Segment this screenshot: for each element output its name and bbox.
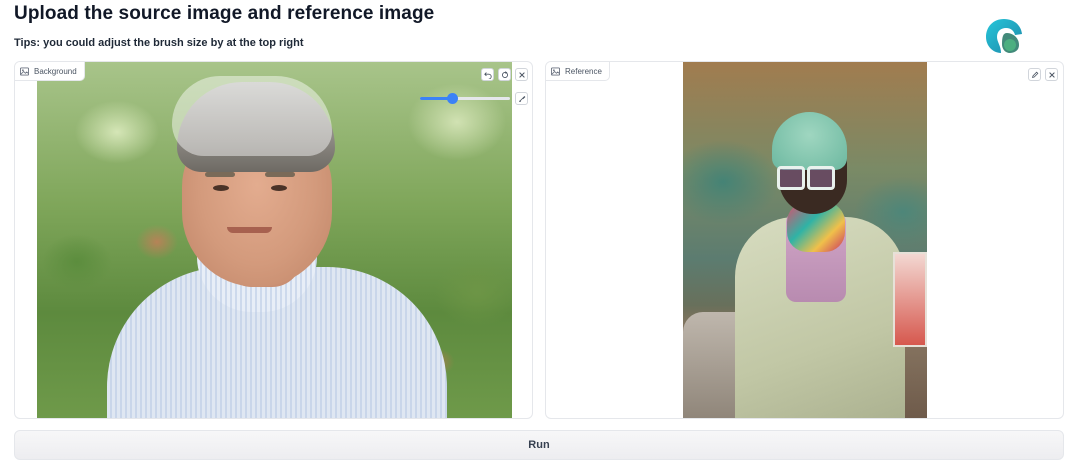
close-icon (518, 71, 525, 78)
undo-icon (483, 71, 492, 79)
background-image-editor[interactable]: Background (14, 61, 533, 419)
photo-brow-right (265, 172, 295, 177)
image-icon (20, 66, 29, 76)
page-title: Upload the source image and reference im… (14, 3, 435, 24)
edit-button[interactable] (1028, 68, 1041, 81)
background-label-text: Background (34, 66, 77, 76)
photo-brow-left (205, 172, 235, 177)
undo-button[interactable] (481, 68, 494, 81)
photo-mouth (227, 227, 272, 233)
background-label: Background (15, 62, 85, 81)
reference-label: Reference (546, 62, 610, 81)
clear-button[interactable] (515, 68, 528, 81)
image-icon (551, 66, 560, 76)
brush-size-slider[interactable] (420, 92, 510, 106)
background-photo[interactable] (37, 62, 512, 418)
run-button[interactable]: Run (14, 430, 1064, 460)
app-logo-icon (986, 19, 1022, 53)
slider-thumb[interactable] (446, 93, 458, 104)
reset-icon (501, 70, 508, 78)
reference-photo (683, 62, 927, 418)
edit-icon (1031, 71, 1038, 78)
clear-reference-button[interactable] (1045, 68, 1058, 81)
close-icon (1048, 71, 1055, 78)
brush-color-button[interactable] (515, 92, 528, 105)
ref-hat (772, 112, 847, 170)
brush-color-icon (518, 95, 525, 102)
tips-text: Tips: you could adjust the brush size by… (14, 37, 304, 49)
reference-label-text: Reference (565, 66, 602, 76)
photo-eye-right (271, 185, 287, 191)
ref-glasses (777, 166, 835, 190)
reference-image-upload[interactable]: Reference (545, 61, 1064, 419)
brush-mask-stroke (172, 76, 332, 156)
photo-eye-left (213, 185, 229, 191)
reset-button[interactable] (498, 68, 511, 81)
ref-bag (893, 252, 927, 347)
